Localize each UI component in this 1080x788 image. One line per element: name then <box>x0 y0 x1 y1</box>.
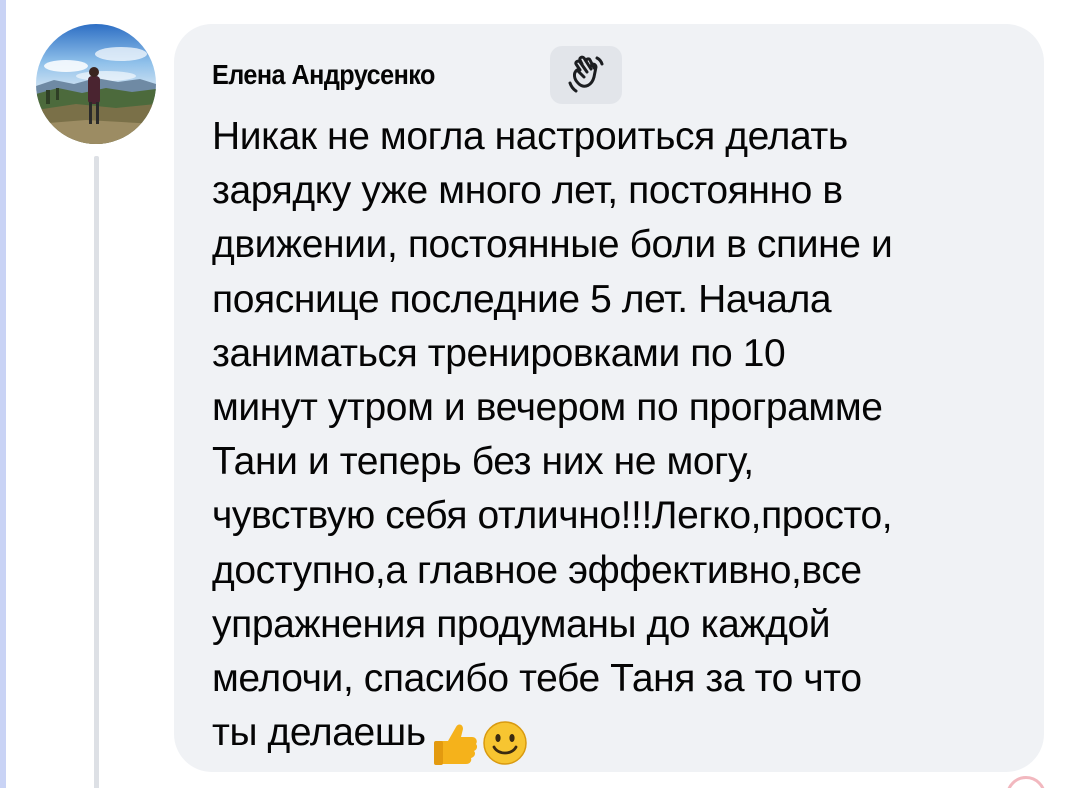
left-edge-bar <box>0 0 6 788</box>
waving-hand-glyph <box>568 55 604 93</box>
smiling-face-icon <box>482 721 527 765</box>
thread-line <box>94 156 99 788</box>
thumbs-up-icon <box>433 724 477 765</box>
avatar-photo <box>36 24 156 144</box>
reaction-indicator <box>1006 776 1046 788</box>
waving-hand-icon[interactable] <box>550 46 622 104</box>
comment-text: Никак не могла настроиться делать зарядк… <box>212 110 1040 768</box>
comment-screen: Елена Андрусенко Никак не могла настроит… <box>0 0 1080 788</box>
author-row: Елена Андрусенко <box>212 46 622 104</box>
comment-body: Никак не могла настроиться делать зарядк… <box>212 115 893 755</box>
author-name[interactable]: Елена Андрусенко <box>212 59 518 91</box>
avatar[interactable] <box>36 24 156 144</box>
comment-bubble: Елена Андрусенко Никак не могла настроит… <box>174 24 1044 772</box>
trailing-emojis <box>430 714 530 768</box>
